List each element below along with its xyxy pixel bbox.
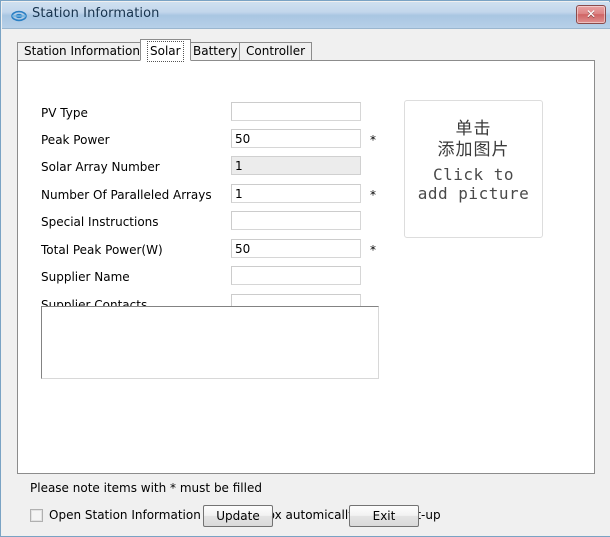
label-total-peak-power: Total Peak Power(W) (41, 243, 163, 257)
add-picture-placeholder[interactable]: 单击 添加图片 Click to add picture (404, 100, 543, 238)
label-supplier-name: Supplier Name (41, 270, 130, 284)
required-marker-peak-power: * (370, 133, 376, 147)
label-solar-array-number: Solar Array Number (41, 160, 160, 174)
input-special-instructions[interactable] (231, 211, 361, 230)
tab-battery[interactable]: Battery (186, 42, 245, 60)
tab-controller[interactable]: Controller (239, 42, 313, 60)
app-icon (11, 8, 27, 24)
label-special-instructions: Special Instructions (41, 215, 159, 229)
solar-tab-panel: PV Type Peak Power * Solar Array Number … (17, 60, 595, 474)
tab-label: Controller (246, 44, 306, 58)
tab-label: Solar (147, 41, 184, 62)
tab-station-information[interactable]: Station Information (17, 42, 147, 60)
update-button[interactable]: Update (203, 505, 273, 527)
required-marker-total-peak-power: * (370, 243, 376, 257)
input-peak-power[interactable] (231, 129, 361, 148)
title-bar: Station Information ✕ (2, 2, 610, 29)
input-comments[interactable] (41, 306, 379, 379)
autostart-checkbox[interactable] (30, 509, 43, 522)
picture-hint-en-line2: add picture (417, 184, 530, 203)
station-information-window: Station Information ✕ Station Informatio… (0, 0, 610, 537)
exit-button[interactable]: Exit (349, 505, 419, 527)
tab-label: Battery (193, 44, 238, 58)
input-solar-array-number (231, 156, 361, 175)
picture-hint-cn-line1: 单击 (455, 119, 492, 139)
close-button[interactable]: ✕ (576, 5, 606, 24)
label-number-of-paralleled-arrays: Number Of Paralleled Arrays (41, 188, 212, 202)
required-note: Please note items with * must be filled (30, 481, 262, 495)
label-pv-type: PV Type (41, 106, 88, 120)
picture-hint-en-line1: Click to (432, 165, 515, 184)
window-title: Station Information (32, 6, 160, 21)
client-area: Station Information Solar Battery Contro… (2, 29, 610, 536)
required-marker-number-of-paralleled-arrays: * (370, 188, 376, 202)
close-icon: ✕ (585, 7, 597, 21)
input-total-peak-power[interactable] (231, 239, 361, 258)
input-supplier-name[interactable] (231, 266, 361, 285)
label-peak-power: Peak Power (41, 133, 110, 147)
tab-solar[interactable]: Solar (140, 39, 191, 62)
picture-hint-cn-line2: 添加图片 (437, 140, 510, 160)
input-number-of-paralleled-arrays[interactable] (231, 184, 361, 203)
input-pv-type[interactable] (231, 102, 361, 121)
tab-label: Station Information (24, 44, 140, 58)
